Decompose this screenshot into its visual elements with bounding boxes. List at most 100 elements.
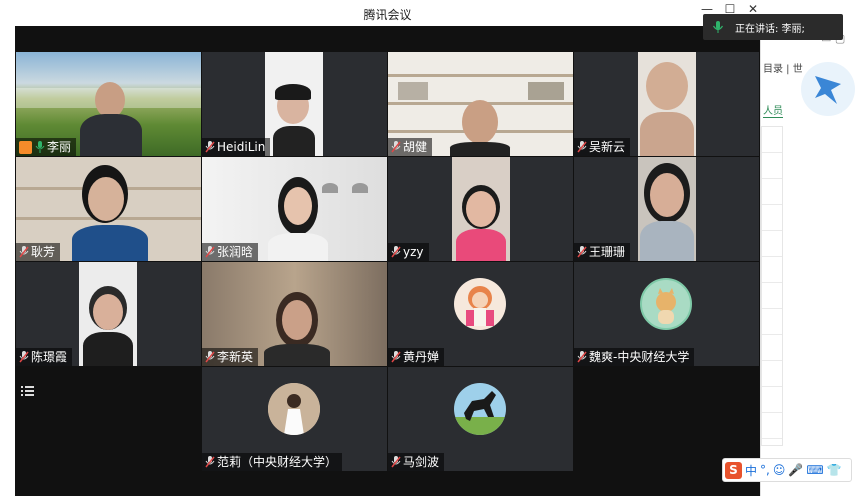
participant-body xyxy=(456,229,506,261)
mic-muted-icon xyxy=(205,141,215,153)
mic-muted-icon xyxy=(205,246,215,258)
name-label: 李新英 xyxy=(202,348,259,366)
name-label: 李丽 xyxy=(16,138,77,156)
participant-tile[interactable]: 黄丹婵 xyxy=(388,262,573,366)
name-label: yzy xyxy=(388,243,429,261)
ime-toolbar[interactable]: S 中 °, ☺ 🎤 ⌨ 👕 xyxy=(722,458,852,482)
mic-muted-icon xyxy=(19,246,29,258)
window-title: 腾讯会议 xyxy=(363,8,412,22)
participant-body xyxy=(640,112,694,156)
participant-name: 王珊珊 xyxy=(589,245,626,259)
background-app-window: ▭ ▢ 目录 | 世 人员 xyxy=(760,26,858,496)
participant-name: yzy xyxy=(403,245,424,259)
participant-name: 胡健 xyxy=(403,140,428,154)
skin-icon[interactable]: 👕 xyxy=(827,463,842,477)
name-label: 陈璟霞 xyxy=(16,348,73,366)
desktop: 腾讯会议 — ☐ ✕ ▭ ▢ 目录 | 世 人员 李丽 xyxy=(0,0,858,501)
participant-name: 陈璟霞 xyxy=(31,350,68,364)
participant-video xyxy=(79,262,137,366)
name-label: 耿芳 xyxy=(16,243,61,261)
participant-avatar xyxy=(454,383,506,435)
mic-muted-icon xyxy=(391,246,401,258)
mic-muted-icon xyxy=(391,141,401,153)
name-label: 胡健 xyxy=(388,138,433,156)
participant-name: 范莉（中央财经大学） xyxy=(217,455,338,469)
participant-name: 李新英 xyxy=(217,350,254,364)
participant-body xyxy=(450,142,510,156)
participant-tile[interactable]: 胡健 xyxy=(388,52,573,156)
name-label: 张润晗 xyxy=(202,243,259,261)
participant-tile[interactable]: 张润晗 xyxy=(202,157,387,261)
list-menu-icon[interactable] xyxy=(21,384,35,398)
name-label: 王珊珊 xyxy=(574,243,631,261)
participant-hair xyxy=(275,84,311,100)
participant-face xyxy=(88,177,124,221)
mic-muted-icon xyxy=(577,351,587,363)
name-label: 魏爽-中央财经大学 xyxy=(574,348,695,366)
meeting-gallery: 李丽 HeidiLin 胡健 吴新云 耿芳 张润晗 yzy 王珊珊 陈璟霞 李新… xyxy=(15,26,760,496)
participant-tile[interactable]: 李丽 xyxy=(16,52,201,156)
name-label: 黄丹婵 xyxy=(388,348,445,366)
participant-avatar xyxy=(454,278,506,330)
microphone-icon xyxy=(712,21,724,33)
participant-name: 黄丹婵 xyxy=(403,350,440,364)
emoji-icon[interactable]: ☺ xyxy=(773,463,786,477)
background-toolbar-text: 目录 | 世 xyxy=(763,64,803,75)
participant-body xyxy=(83,332,133,366)
participant-face xyxy=(646,62,688,110)
bird-logo-icon xyxy=(801,62,855,116)
participant-body xyxy=(72,225,148,261)
participant-name: 魏爽-中央财经大学 xyxy=(589,350,690,364)
name-label: 吴新云 xyxy=(574,138,631,156)
participant-video xyxy=(638,52,696,156)
participant-face xyxy=(284,187,312,225)
participant-video xyxy=(638,157,696,261)
name-label: HeidiLin xyxy=(202,138,271,156)
background-link[interactable]: 人员 xyxy=(763,102,783,118)
participant-tile[interactable]: 魏爽-中央财经大学 xyxy=(574,262,759,366)
participant-video xyxy=(452,157,510,261)
participant-body xyxy=(640,221,694,261)
participant-body xyxy=(264,344,330,366)
participant-name: HeidiLin xyxy=(217,140,266,154)
participant-tile[interactable]: 吴新云 xyxy=(574,52,759,156)
participant-avatar xyxy=(268,383,320,435)
mic-on-icon xyxy=(35,141,45,153)
participant-name: 耿芳 xyxy=(31,245,56,259)
participant-avatar xyxy=(640,278,692,330)
mic-muted-icon xyxy=(391,456,401,468)
mic-muted-icon xyxy=(577,141,587,153)
mic-muted-icon xyxy=(205,351,215,363)
participant-tile[interactable]: yzy xyxy=(388,157,573,261)
participant-face xyxy=(466,191,496,227)
participant-video xyxy=(265,52,323,156)
participant-tile[interactable]: 王珊珊 xyxy=(574,157,759,261)
mic-muted-icon xyxy=(391,351,401,363)
participant-face xyxy=(282,300,312,340)
participant-name: 吴新云 xyxy=(589,140,626,154)
speaking-indicator: 正在讲话: 李丽; xyxy=(703,14,843,40)
name-label: 范莉（中央财经大学） xyxy=(202,453,343,471)
participant-face xyxy=(95,82,125,118)
background-table xyxy=(761,126,783,446)
mic-muted-icon xyxy=(577,246,587,258)
sogou-logo-icon[interactable]: S xyxy=(725,461,742,479)
participant-tile[interactable]: 马剑波 xyxy=(388,367,573,471)
participant-name: 张润晗 xyxy=(217,245,254,259)
participant-body xyxy=(273,126,315,156)
participant-face xyxy=(93,294,123,330)
participant-tile[interactable]: HeidiLin xyxy=(202,52,387,156)
ime-punctuation[interactable]: °, xyxy=(760,463,770,477)
mic-muted-icon xyxy=(205,456,215,468)
voice-input-icon[interactable]: 🎤 xyxy=(788,463,803,477)
keyboard-icon[interactable]: ⌨ xyxy=(806,463,823,477)
speaking-label: 正在讲话: 李丽; xyxy=(735,23,805,35)
participant-tile[interactable]: 李新英 xyxy=(202,262,387,366)
name-label: 马剑波 xyxy=(388,453,445,471)
participant-tile[interactable]: 陈璟霞 xyxy=(16,262,201,366)
participant-face xyxy=(650,173,684,217)
participant-tile[interactable]: 耿芳 xyxy=(16,157,201,261)
ime-language[interactable]: 中 xyxy=(745,462,757,479)
participant-tile[interactable]: 范莉（中央财经大学） xyxy=(202,367,387,471)
participant-face xyxy=(462,100,498,144)
